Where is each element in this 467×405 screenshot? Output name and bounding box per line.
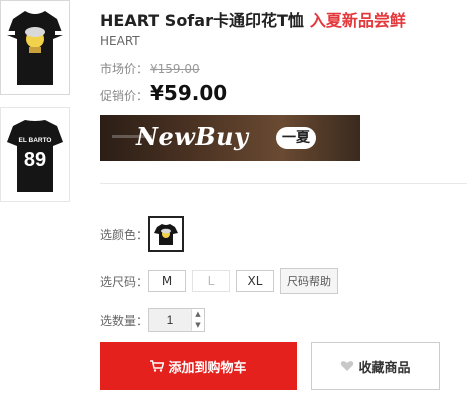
- favorite-button[interactable]: 收藏商品: [311, 342, 440, 390]
- heart-icon: [341, 361, 354, 371]
- thumbnail-back[interactable]: EL BARTO 89: [0, 107, 70, 202]
- color-label: 选颜色：: [100, 227, 149, 242]
- tshirt-swatch-icon: [154, 224, 178, 245]
- back-print-text: EL BARTO: [19, 137, 52, 144]
- quantity-up-icon[interactable]: ▲: [192, 309, 204, 320]
- product-title-text: HEART Sofar卡通印花T恤: [100, 11, 304, 30]
- tshirt-front-image: [7, 11, 63, 85]
- quantity-option-row: 选数量： ▲ ▼: [100, 308, 205, 332]
- sale-price-row: 促销价： ¥59.00: [100, 81, 467, 105]
- add-to-cart-label: 添加到购物车: [168, 360, 247, 376]
- quantity-stepper: ▲ ▼: [148, 308, 205, 332]
- sale-price-label: 促销价：: [100, 89, 149, 103]
- brand-name: HEART: [100, 34, 140, 48]
- size-label: 选尺码：: [100, 274, 149, 289]
- quantity-input[interactable]: [149, 309, 191, 331]
- back-print-number: 89: [24, 149, 46, 171]
- color-swatch-black[interactable]: [148, 216, 184, 252]
- newbuy-banner[interactable]: NewBuy 一夏: [100, 115, 360, 161]
- cart-icon: [150, 360, 165, 372]
- tshirt-back-image: EL BARTO 89: [7, 120, 63, 192]
- promo-tag: 入夏新品尝鲜: [309, 11, 406, 30]
- sale-price: ¥59.00: [150, 81, 228, 105]
- color-option-row: 选颜色：: [100, 216, 184, 252]
- market-price-label: 市场价：: [100, 62, 149, 76]
- product-info: HEART Sofar卡通印花T恤 入夏新品尝鲜 HEART 市场价： ¥159.…: [100, 0, 467, 161]
- size-xl-button[interactable]: XL: [236, 270, 274, 292]
- size-l-button[interactable]: L: [192, 270, 230, 292]
- size-m-button[interactable]: M: [148, 270, 186, 292]
- quantity-label: 选数量：: [100, 313, 149, 328]
- banner-badge: 一夏: [276, 127, 316, 149]
- thumbnail-list: EL BARTO 89: [0, 0, 72, 214]
- size-help-button[interactable]: 尺码帮助: [280, 268, 338, 294]
- quantity-step-buttons: ▲ ▼: [191, 309, 204, 331]
- add-to-cart-button[interactable]: 添加到购物车: [100, 342, 297, 390]
- quantity-down-icon[interactable]: ▼: [192, 320, 204, 331]
- banner-text: NewBuy: [136, 122, 249, 151]
- market-price: ¥159.00: [150, 62, 200, 76]
- size-option-row: 选尺码： M L XL 尺码帮助: [100, 268, 338, 294]
- thumbnail-front[interactable]: [0, 0, 70, 95]
- market-price-row: 市场价： ¥159.00: [100, 60, 467, 77]
- product-title: HEART Sofar卡通印花T恤 入夏新品尝鲜: [100, 7, 467, 31]
- favorite-label: 收藏商品: [358, 360, 411, 376]
- section-divider: [100, 183, 467, 184]
